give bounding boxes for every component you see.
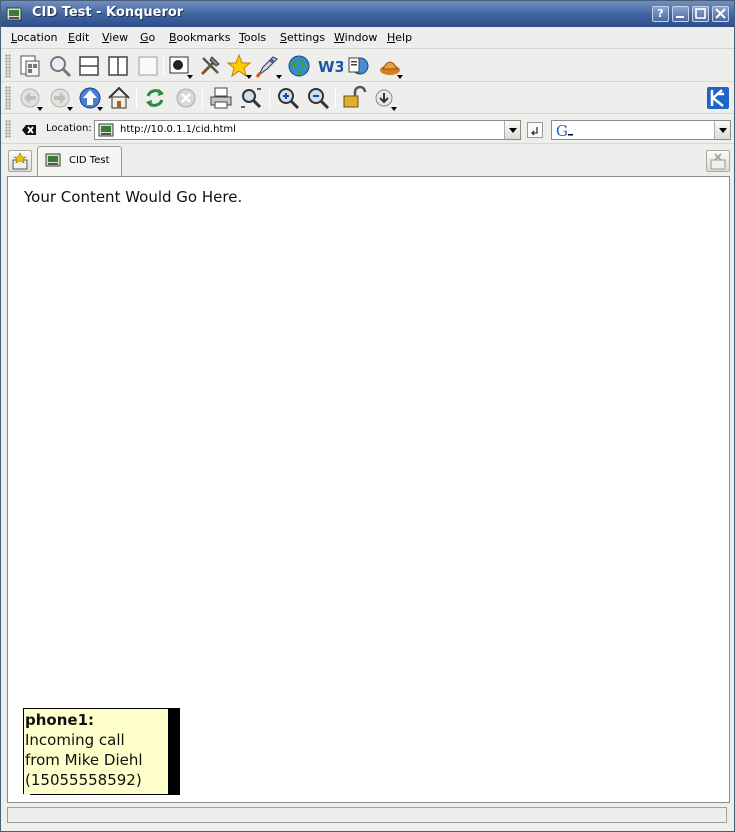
url-input[interactable]: http://10.0.1.1/cid.html: [94, 120, 521, 140]
svg-text:G: G: [556, 122, 568, 138]
google-search-icon[interactable]: G: [555, 122, 573, 140]
security-lock-icon[interactable]: [341, 85, 367, 111]
split-vertical-icon[interactable]: [105, 53, 131, 79]
help-button[interactable]: ?: [652, 6, 669, 22]
tools-icon[interactable]: [197, 53, 223, 79]
go-button[interactable]: [527, 122, 543, 138]
kde-logo-icon[interactable]: [705, 85, 731, 111]
toolbar-grip[interactable]: [5, 120, 11, 138]
menu-tools[interactable]: Tools: [239, 31, 266, 44]
close-tab-button[interactable]: [706, 150, 730, 172]
print-icon[interactable]: [208, 85, 234, 111]
toolbar-grip[interactable]: [5, 54, 11, 78]
menu-bar: Location Edit View Go Bookmarks Tools Se…: [1, 27, 734, 49]
menu-edit[interactable]: Edit: [68, 31, 89, 44]
notification-line: (15055558592): [25, 771, 142, 789]
konqueror-window: CID Test - Konqueror ? Location Edit Vie…: [0, 0, 735, 832]
title-bar[interactable]: CID Test - Konqueror ?: [1, 1, 734, 27]
url-history-dropdown[interactable]: [504, 121, 520, 139]
maximize-button[interactable]: [692, 6, 709, 22]
location-toolbar: Location: http://10.0.1.1/cid.html G: [1, 116, 734, 144]
find-icon[interactable]: [47, 53, 73, 79]
minimize-button[interactable]: [672, 6, 689, 22]
tab-favicon: [45, 152, 61, 168]
tab-cid-test[interactable]: CID Test: [37, 146, 122, 176]
url-text: http://10.0.1.1/cid.html: [120, 124, 236, 135]
menu-view[interactable]: View: [102, 31, 128, 44]
tab-bar: CID Test: [1, 145, 734, 176]
close-button[interactable]: [712, 6, 729, 22]
menu-bookmarks[interactable]: Bookmarks: [169, 31, 230, 44]
menu-window[interactable]: Window: [334, 31, 377, 44]
new-tab-button[interactable]: [8, 150, 32, 172]
content-text: Your Content Would Go Here.: [24, 188, 243, 206]
remove-view-icon[interactable]: [135, 53, 161, 79]
find-in-page-icon[interactable]: [238, 85, 264, 111]
menu-location[interactable]: Location: [11, 31, 58, 44]
search-engine-dropdown[interactable]: [714, 121, 730, 139]
notification-title: phone1:: [25, 711, 95, 729]
zoom-out-icon[interactable]: [305, 85, 331, 111]
zoom-in-icon[interactable]: [275, 85, 301, 111]
tab-label: CID Test: [69, 155, 110, 166]
reload-icon[interactable]: [142, 85, 168, 111]
home-icon[interactable]: [106, 85, 132, 111]
menu-help[interactable]: Help: [387, 31, 412, 44]
file-manager-icon[interactable]: [17, 53, 43, 79]
stop-icon[interactable]: [173, 85, 199, 111]
window-title: CID Test - Konqueror: [32, 5, 184, 20]
svg-text:W3: W3: [318, 58, 343, 76]
status-bar: [7, 807, 727, 823]
page-content[interactable]: Your Content Would Go Here. phone1: Inco…: [7, 176, 730, 803]
incoming-call-notification[interactable]: phone1: Incoming call from Mike Diehl (1…: [23, 708, 168, 794]
translate-icon[interactable]: [346, 53, 372, 79]
location-label: Location:: [46, 123, 92, 134]
main-toolbar: [1, 82, 734, 114]
notification-line: from Mike Diehl: [25, 751, 143, 769]
menu-go[interactable]: Go: [140, 31, 155, 44]
extra-toolbar: W3: [1, 50, 734, 82]
toolbar-grip[interactable]: [5, 86, 11, 110]
page-favicon: [98, 122, 114, 138]
konqueror-app-icon[interactable]: [6, 6, 22, 22]
web-globe-icon[interactable]: [286, 53, 312, 79]
notification-line: Incoming call: [25, 731, 125, 749]
clear-location-icon[interactable]: [21, 122, 37, 138]
w3-validator-icon[interactable]: W3: [317, 53, 345, 79]
split-horizontal-icon[interactable]: [76, 53, 102, 79]
search-input[interactable]: G: [551, 120, 731, 140]
menu-settings[interactable]: Settings: [280, 31, 325, 44]
